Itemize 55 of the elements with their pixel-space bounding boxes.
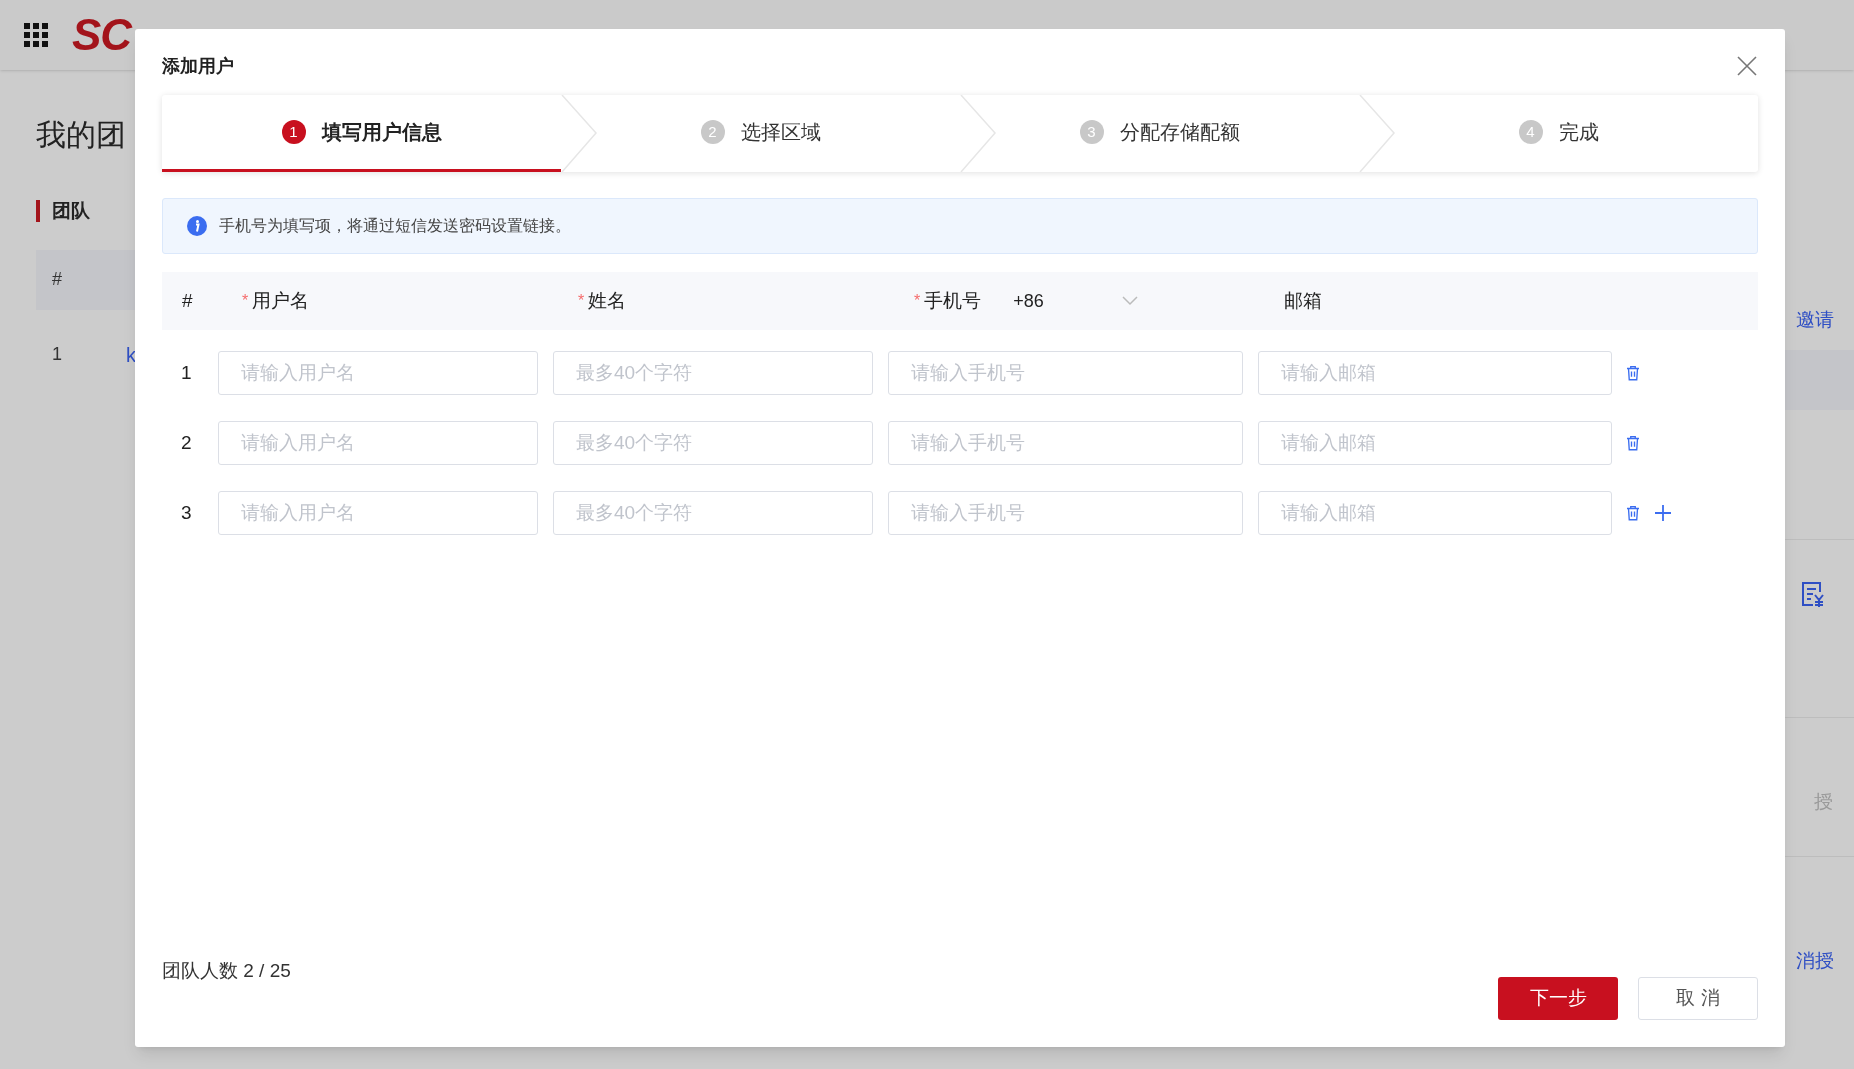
team-count: 团队人数 2 / 25 xyxy=(162,959,291,983)
required-mark: * xyxy=(914,291,921,311)
step-tab[interactable]: 1 填写用户信息 xyxy=(162,95,561,172)
input-field[interactable]: 请输入用户名 xyxy=(218,351,538,395)
invite-link[interactable]: 邀请 xyxy=(1784,290,1854,350)
step-divider-icon xyxy=(1359,95,1395,172)
dialog-title: 添加用户 xyxy=(162,54,234,78)
country-code-select[interactable]: +86 xyxy=(1013,287,1139,315)
step-divider-icon xyxy=(561,95,597,172)
row-number: 1 xyxy=(52,343,62,366)
input-field[interactable]: 请输入邮箱 xyxy=(1258,491,1612,535)
row-number: 1 xyxy=(180,360,193,385)
info-text: 手机号为填写项，将通过短信发送密码设置链接。 xyxy=(219,216,571,236)
required-mark: * xyxy=(578,291,585,311)
required-mark: * xyxy=(242,291,249,311)
step-label: 选择区域 xyxy=(740,120,821,145)
step-label: 分配存储配额 xyxy=(1119,120,1240,145)
section-title: 团队 xyxy=(52,199,90,223)
input-field[interactable]: 最多40个字符 xyxy=(553,491,873,535)
info-icon xyxy=(187,216,207,236)
column-header: 手机号 xyxy=(924,288,982,313)
input-field[interactable]: 请输入手机号 xyxy=(888,491,1243,535)
row-number: 3 xyxy=(180,500,193,525)
input-field[interactable]: 请输入手机号 xyxy=(888,351,1243,395)
input-field[interactable]: 最多40个字符 xyxy=(553,351,873,395)
close-icon[interactable] xyxy=(1736,55,1758,77)
column-header: 姓名 xyxy=(588,288,627,313)
logo: SC xyxy=(72,9,131,61)
step-number: 1 xyxy=(281,120,306,144)
next-button[interactable]: 下一步 xyxy=(1498,976,1618,1020)
page-title: 我的团 xyxy=(36,117,126,153)
step-label: 填写用户信息 xyxy=(321,120,442,145)
row-number: 2 xyxy=(180,430,193,455)
cancel-authorize-link[interactable]: 消授 xyxy=(1784,946,1854,975)
delete-icon[interactable] xyxy=(1624,364,1642,382)
input-field[interactable]: 最多40个字符 xyxy=(553,421,873,465)
delete-icon[interactable] xyxy=(1624,504,1642,522)
column-header: # xyxy=(52,268,62,291)
column-header: # xyxy=(182,288,193,313)
receipt-icon[interactable] xyxy=(1800,580,1826,608)
column-header: 邮箱 xyxy=(1284,288,1322,313)
delete-icon[interactable] xyxy=(1624,434,1642,452)
row-link[interactable]: k xyxy=(126,339,136,370)
input-field[interactable]: 请输入手机号 xyxy=(888,421,1243,465)
chevron-down-icon xyxy=(1122,296,1139,306)
step-label: 完成 xyxy=(1558,120,1599,145)
input-field[interactable]: 请输入邮箱 xyxy=(1258,351,1612,395)
input-field[interactable]: 请输入邮箱 xyxy=(1258,421,1612,465)
add-icon[interactable] xyxy=(1654,504,1672,522)
input-field[interactable]: 请输入用户名 xyxy=(218,421,538,465)
app-grid-icon[interactable] xyxy=(24,23,48,47)
cancel-button[interactable]: 取 消 xyxy=(1638,976,1758,1020)
column-header: 用户名 xyxy=(252,288,310,313)
input-field[interactable]: 请输入用户名 xyxy=(218,491,538,535)
step-divider-icon xyxy=(960,95,996,172)
